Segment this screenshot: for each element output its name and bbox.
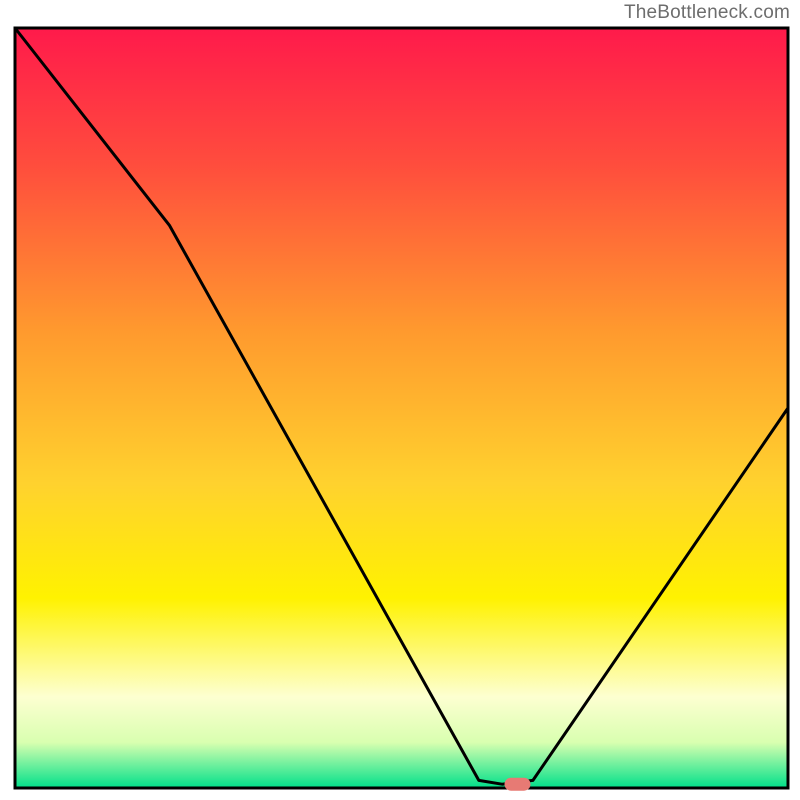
optimal-point-marker	[505, 778, 531, 791]
chart-gradient-background	[15, 28, 788, 788]
chart-container: TheBottleneck.com	[0, 0, 800, 800]
watermark-text: TheBottleneck.com	[624, 2, 790, 25]
bottleneck-chart	[0, 0, 800, 800]
